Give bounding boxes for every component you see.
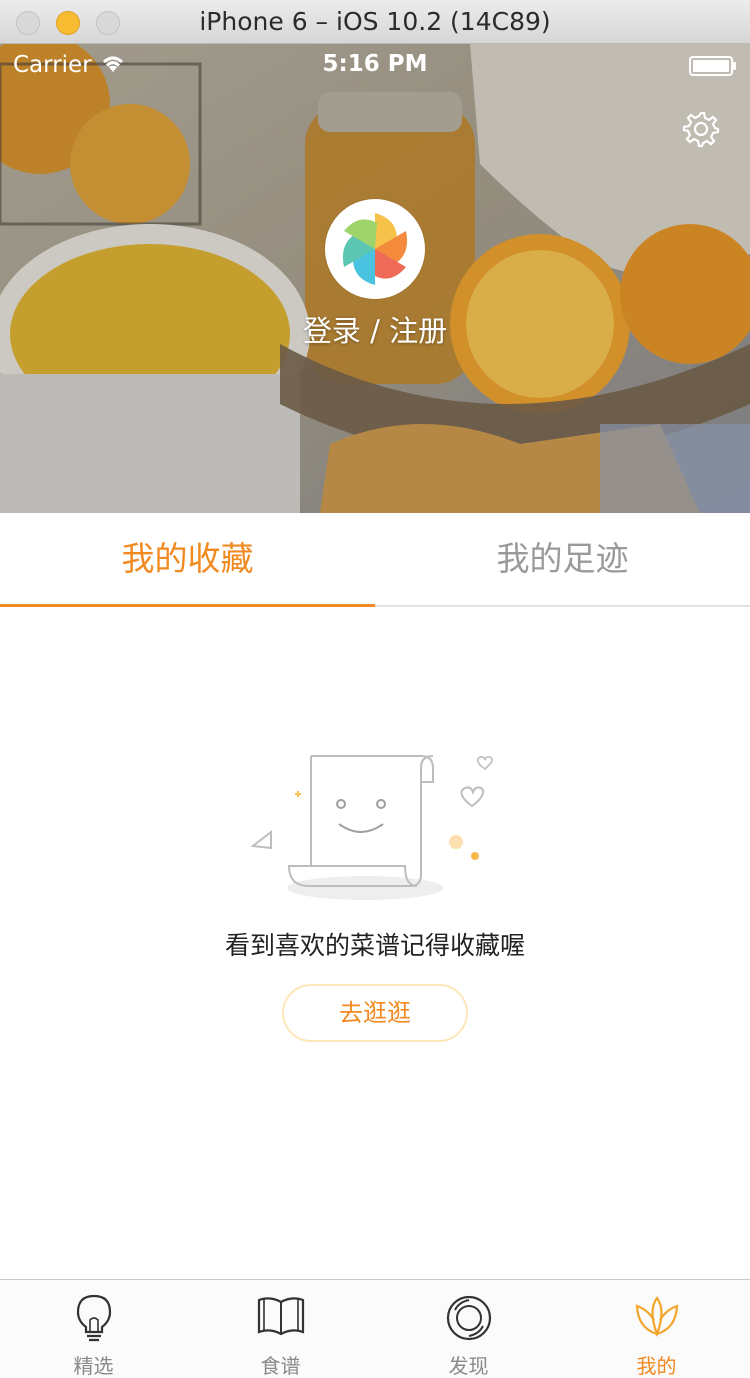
browse-button[interactable]: 去逛逛 [282,984,468,1042]
gear-icon[interactable] [682,110,720,148]
lens-icon [446,1295,491,1341]
tab-bar-item-recipes[interactable]: 食谱 [187,1280,374,1378]
pinwheel-logo [342,213,408,285]
status-bar: Carrier 5:16 PM [0,44,750,86]
avatar[interactable] [325,199,425,299]
simulator-title-bar: iPhone 6 – iOS 10.2 (14C89) [0,0,750,44]
profile-header: Carrier 5:16 PM 登录 / 注册 [0,44,750,513]
tab-bar-label: 我的 [636,1354,677,1378]
tabs-divider [375,605,750,607]
recipe-scroll-illustration [250,755,493,900]
tab-history[interactable]: 我的足迹 [375,513,750,607]
tab-bar-label: 精选 [73,1354,114,1378]
bottom-tab-bar: 精选 食谱 发现 我的 [0,1279,750,1378]
tab-bar-item-discover[interactable]: 发现 [375,1280,562,1378]
tab-bar-item-featured[interactable]: 精选 [0,1280,187,1378]
tab-bar-item-mine[interactable]: 我的 [563,1280,750,1378]
battery-icon [689,56,736,76]
lightbulb-icon [76,1294,111,1342]
active-tab-indicator [0,604,375,607]
book-icon [257,1297,304,1336]
tab-favorites[interactable]: 我的收藏 [0,513,375,607]
window-title: iPhone 6 – iOS 10.2 (14C89) [199,7,551,36]
tab-bar-label: 食谱 [260,1354,301,1378]
segment-tabs: 我的收藏 我的足迹 [0,513,750,607]
lotus-icon [635,1296,678,1338]
login-register-link[interactable]: 登录 / 注册 [0,308,750,350]
status-time: 5:16 PM [322,51,428,77]
tab-bar-label: 发现 [448,1354,489,1378]
empty-state-message: 看到喜欢的菜谱记得收藏喔 [224,931,525,960]
